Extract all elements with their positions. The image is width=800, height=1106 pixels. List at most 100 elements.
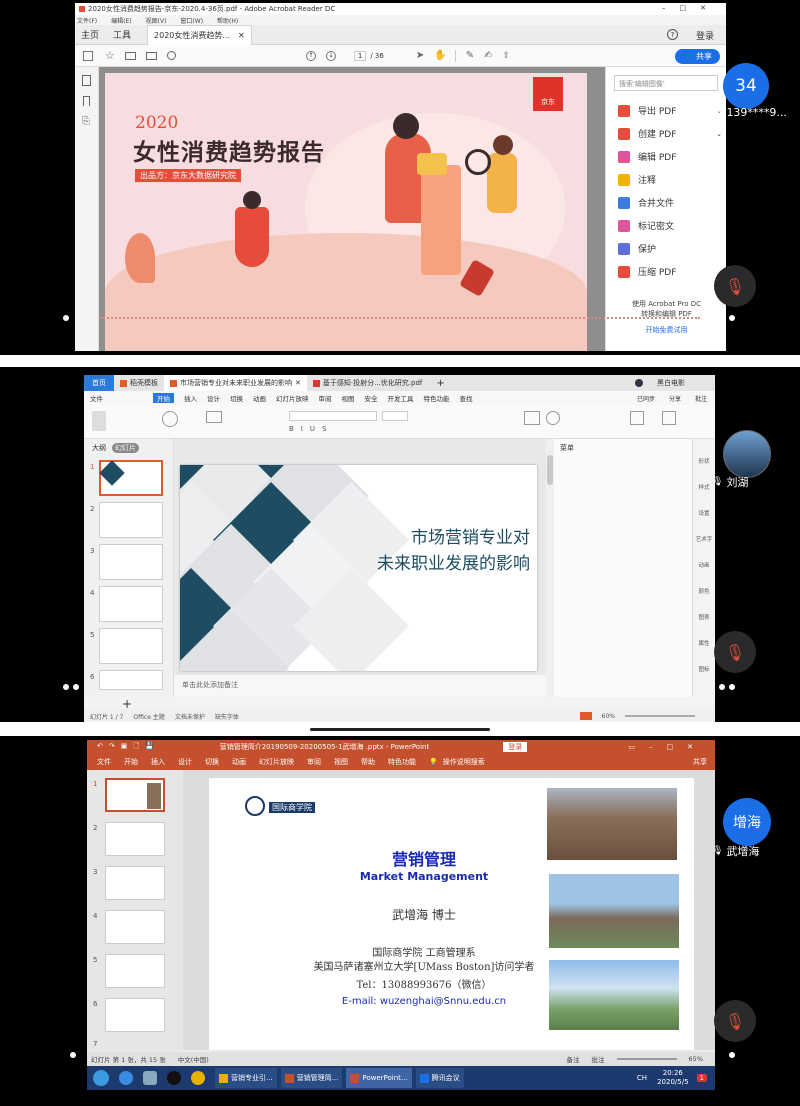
start-button-icon[interactable] [93,1070,109,1086]
menu-review[interactable]: 审阅 [307,757,321,767]
print-icon[interactable] [124,51,136,60]
slide-thumbnail-3[interactable] [99,544,163,580]
presenter-tools-icon[interactable] [662,411,676,425]
ppt-thumbnail-4[interactable] [105,910,165,944]
tool-export-pdf[interactable]: 导出 PDF ⌄ [618,99,722,122]
menu-help[interactable]: 帮助(H) [217,16,238,25]
tool-combine[interactable]: 合并文件 [618,191,722,214]
save-icon[interactable] [83,50,93,61]
share-button[interactable]: 共享 [693,757,707,767]
menu-slideshow[interactable]: 幻灯片放映 [276,393,309,403]
add-tab-icon[interactable]: + [436,378,444,389]
sign-icon[interactable]: ✍ [484,50,492,61]
menu-features[interactable]: 特色功能 [388,757,416,767]
tool-protect[interactable]: 保护 [618,237,722,260]
menu-insert[interactable]: 插入 [151,757,165,767]
menu-home[interactable]: 开始 [124,757,138,767]
strip-properties[interactable]: 属性 [693,639,715,647]
menu-transitions[interactable]: 切换 [205,757,219,767]
menu-security[interactable]: 安全 [365,393,378,403]
email-icon[interactable] [145,51,157,60]
new-slide-icon[interactable] [206,411,222,423]
close-icon[interactable]: ✕ [295,379,301,387]
status-protect[interactable]: 文档未保护 [175,712,205,721]
strip-settings[interactable]: 设置 [693,509,715,517]
ppt-thumbnail-1[interactable] [105,778,165,812]
ppt-thumbnail-3[interactable] [105,866,165,900]
page-up-icon[interactable]: ↑ [305,50,316,61]
attachment-icon[interactable]: ⎘ [82,116,91,127]
menu-slideshow[interactable]: 幻灯片放映 [259,757,294,767]
mic-muted-button[interactable]: 🎙 [714,265,756,307]
slide-thumbnail-5[interactable] [99,628,163,664]
tool-create-pdf[interactable]: 创建 PDF ⌄ [618,122,722,145]
window-controls[interactable]: ▭–□✕ [628,743,707,751]
participant-avatar-2[interactable] [723,430,771,478]
ie-icon[interactable] [119,1071,133,1085]
ppt-thumbnail-2[interactable] [105,822,165,856]
tab-tools[interactable]: 工具 [113,28,131,41]
share-link-icon[interactable]: ⇪ [502,51,510,61]
window-controls[interactable]: –□✕ [662,4,720,12]
wps-tab-templates[interactable]: 稻壳模板 [114,375,164,391]
menu-view[interactable]: 视图 [342,393,355,403]
strip-icons[interactable]: 图标 [693,665,715,673]
menu-design[interactable]: 设计 [178,757,192,767]
notes-area[interactable]: 单击此处添加备注 [174,675,546,697]
menu-view[interactable]: 视图 [334,757,348,767]
strip-chart[interactable]: 图表 [693,613,715,621]
ppt-thumbnail-5[interactable] [105,954,165,988]
chrome-icon[interactable] [191,1071,205,1085]
tab-slides[interactable]: 幻灯片 [112,443,139,453]
strip-color[interactable]: 颜色 [693,587,715,595]
system-clock[interactable]: 20:26 2020/5/5 [657,1069,688,1087]
help-icon[interactable]: ? [667,29,678,40]
slide-thumbnail-4[interactable] [99,586,163,622]
vertical-scrollbar[interactable] [546,439,554,697]
tab-outline[interactable]: 大纲 [92,443,106,453]
close-icon[interactable]: ✕ [238,31,245,40]
menu-features[interactable]: 特色功能 [424,393,450,403]
tell-me-search[interactable]: 操作说明搜索 [443,757,485,767]
menu-transition[interactable]: 切换 [230,393,243,403]
menu-file[interactable]: 文件(F) [77,16,97,25]
mic-muted-button[interactable]: 🎙 [714,631,756,673]
slide-thumbnail-1[interactable] [99,460,163,496]
menu-edit[interactable]: 编辑(E) [111,16,131,25]
tab-document[interactable]: 2020女性消费趋势... ✕ [147,24,252,45]
slide-thumbnail-6[interactable] [99,670,163,690]
strip-wordart[interactable]: 艺术字 [693,535,715,543]
menu-file[interactable]: 文件 [90,393,103,403]
mic-muted-button[interactable]: 🎙 [714,1000,756,1042]
doc-assistant-icon[interactable] [630,411,644,425]
slide-thumbnail-2[interactable] [99,502,163,538]
strip-animation[interactable]: 动画 [693,561,715,569]
menu-animations[interactable]: 动画 [232,757,246,767]
status-zoom[interactable]: 65% [689,1055,703,1063]
page-down-icon[interactable]: ↓ [325,50,336,61]
zoom-slider[interactable] [625,715,695,717]
page-thumbnails-icon[interactable] [82,75,91,86]
tab-home[interactable]: 主页 [81,28,99,41]
menu-file[interactable]: 文件 [97,757,111,767]
play-from-start-icon[interactable] [162,411,178,427]
font-size-input[interactable] [382,411,408,421]
paint-icon[interactable] [143,1071,157,1085]
taskbar-app-4[interactable]: 腾讯会议 [415,1068,464,1088]
status-comments[interactable]: 批注 [592,1054,605,1064]
menu-window[interactable]: 窗口(W) [180,16,203,25]
comment-icon[interactable]: ✎ [466,50,474,61]
taskbar-app-1[interactable]: 营销专业引... [215,1068,277,1088]
play-slideshow-icon[interactable] [579,712,592,720]
wps-tab-pdf[interactable]: 基于感知·投射分...优化研究.pdf [307,375,428,391]
tool-edit-pdf[interactable]: 编辑 PDF [618,145,722,168]
user-avatar[interactable] [635,379,643,387]
zoom-slider[interactable] [616,1058,677,1060]
share-button[interactable]: 👤 共享 [675,49,720,64]
zoom-search-icon[interactable] [166,51,176,60]
scrollbar-thumb[interactable] [547,455,553,485]
wps-tab-ppt[interactable]: 市场营销专业对未来职业发展的影响 ✕ [164,375,307,391]
login-button[interactable]: 登录 [503,742,528,752]
menu-search[interactable]: 查找 [460,393,473,403]
notification-badge[interactable]: 1 [696,1074,707,1082]
